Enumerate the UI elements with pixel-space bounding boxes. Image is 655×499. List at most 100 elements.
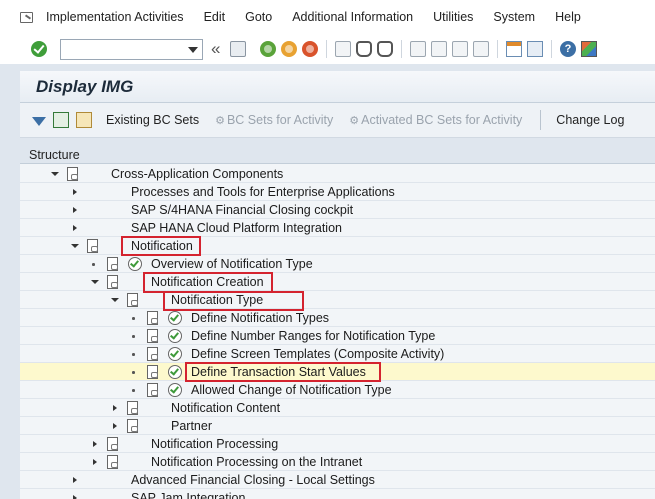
enter-check-icon[interactable]: [31, 41, 47, 57]
node-label[interactable]: SAP S/4HANA Financial Closing cockpit: [131, 201, 353, 219]
tree-node[interactable]: Notification: [20, 237, 655, 255]
document-icon[interactable]: [147, 329, 158, 343]
document-icon[interactable]: [147, 347, 158, 361]
expand-icon[interactable]: [73, 189, 77, 195]
execute-activity-icon[interactable]: [168, 365, 182, 379]
execute-activity-icon[interactable]: [168, 347, 182, 361]
collapse-icon[interactable]: [111, 298, 119, 302]
create-session-icon[interactable]: [506, 41, 522, 57]
document-icon[interactable]: [127, 419, 138, 433]
tree-node[interactable]: SAP HANA Cloud Platform Integration: [20, 219, 655, 237]
node-label[interactable]: Define Number Ranges for Notification Ty…: [191, 327, 435, 345]
tree-node[interactable]: SAP S/4HANA Financial Closing cockpit: [20, 201, 655, 219]
document-icon[interactable]: [87, 239, 98, 253]
document-icon[interactable]: [107, 455, 118, 469]
collapse-chevron-icon[interactable]: «: [211, 40, 225, 57]
expand-icon[interactable]: [113, 423, 117, 429]
execute-activity-icon[interactable]: [168, 329, 182, 343]
filter-icon[interactable]: [32, 117, 46, 126]
print-icon[interactable]: [335, 41, 351, 57]
expand-icon[interactable]: [73, 225, 77, 231]
back-icon[interactable]: [260, 41, 276, 57]
menu-system[interactable]: System: [493, 10, 535, 24]
export-icon[interactable]: [53, 112, 69, 128]
collapse-icon[interactable]: [71, 244, 79, 248]
document-icon[interactable]: [107, 275, 118, 289]
node-label[interactable]: SAP Jam Integration: [131, 489, 245, 499]
chevron-down-icon[interactable]: [188, 46, 198, 53]
node-label[interactable]: Notification Content: [171, 399, 280, 417]
change-log-button[interactable]: Change Log: [556, 113, 624, 127]
document-icon[interactable]: [107, 437, 118, 451]
find-next-icon[interactable]: [377, 41, 393, 57]
bc-sets-for-activity-button[interactable]: ⚙ BC Sets for Activity: [215, 113, 333, 127]
execute-activity-icon[interactable]: [168, 383, 182, 397]
tree-node[interactable]: Notification Creation: [20, 273, 655, 291]
node-label[interactable]: Allowed Change of Notification Type: [191, 381, 392, 399]
expand-icon[interactable]: [73, 495, 77, 499]
existing-bc-sets-button[interactable]: Existing BC Sets: [106, 113, 199, 127]
node-label[interactable]: Define Notification Types: [191, 309, 329, 327]
collapse-icon[interactable]: [51, 172, 59, 176]
help-icon[interactable]: ?: [560, 41, 576, 57]
node-label[interactable]: Notification Processing: [151, 435, 278, 453]
document-icon[interactable]: [147, 365, 158, 379]
node-label[interactable]: Advanced Financial Closing - Local Setti…: [131, 471, 375, 489]
document-icon[interactable]: [107, 257, 118, 271]
node-label[interactable]: Overview of Notification Type: [151, 255, 313, 273]
expand-icon[interactable]: [113, 405, 117, 411]
expand-icon[interactable]: [93, 441, 97, 447]
expand-icon[interactable]: [73, 477, 77, 483]
tree-node[interactable]: Cross-Application Components: [20, 165, 655, 183]
document-icon[interactable]: [147, 311, 158, 325]
node-label[interactable]: Processes and Tools for Enterprise Appli…: [131, 183, 395, 201]
collapse-icon[interactable]: [91, 280, 99, 284]
shortcut-icon[interactable]: [527, 41, 543, 57]
node-label[interactable]: Define Screen Templates (Composite Activ…: [191, 345, 444, 363]
expand-icon[interactable]: [93, 459, 97, 465]
menu-goto[interactable]: Goto: [245, 10, 272, 24]
next-page-icon[interactable]: [452, 41, 468, 57]
tree-node[interactable]: Allowed Change of Notification Type: [20, 381, 655, 399]
menu-additional-information[interactable]: Additional Information: [292, 10, 413, 24]
tree-node[interactable]: SAP Jam Integration: [20, 489, 655, 499]
customize-layout-icon[interactable]: [581, 41, 597, 57]
menu-help[interactable]: Help: [555, 10, 581, 24]
execute-activity-icon[interactable]: [128, 257, 142, 271]
document-icon[interactable]: [127, 401, 138, 415]
document-icon[interactable]: [147, 383, 158, 397]
tree-node[interactable]: Processes and Tools for Enterprise Appli…: [20, 183, 655, 201]
document-icon[interactable]: [127, 293, 138, 307]
node-label[interactable]: Partner: [171, 417, 212, 435]
tree-node[interactable]: Define Screen Templates (Composite Activ…: [20, 345, 655, 363]
expand-icon[interactable]: [73, 207, 77, 213]
menu-utilities[interactable]: Utilities: [433, 10, 473, 24]
tree-node[interactable]: Define Number Ranges for Notification Ty…: [20, 327, 655, 345]
menu-window-icon[interactable]: [20, 11, 34, 23]
node-label[interactable]: Notification Processing on the Intranet: [151, 453, 362, 471]
tree-node[interactable]: Notification Content: [20, 399, 655, 417]
tree-node[interactable]: Notification Type: [20, 291, 655, 309]
tree-node[interactable]: Notification Processing on the Intranet: [20, 453, 655, 471]
save-icon[interactable]: [230, 41, 246, 57]
activated-bc-sets-button[interactable]: ⚙ Activated BC Sets for Activity: [349, 113, 522, 127]
menu-implementation-activities[interactable]: Implementation Activities: [46, 10, 184, 24]
previous-page-icon[interactable]: [431, 41, 447, 57]
node-label[interactable]: SAP HANA Cloud Platform Integration: [131, 219, 342, 237]
execute-activity-icon[interactable]: [168, 311, 182, 325]
tree-node[interactable]: Notification Processing: [20, 435, 655, 453]
tree-node[interactable]: Define Notification Types: [20, 309, 655, 327]
node-label[interactable]: Cross-Application Components: [111, 165, 283, 183]
last-page-icon[interactable]: [473, 41, 489, 57]
first-page-icon[interactable]: [410, 41, 426, 57]
folder-icon[interactable]: [76, 112, 92, 128]
document-icon[interactable]: [67, 167, 78, 181]
cancel-icon[interactable]: [302, 41, 318, 57]
tree-node[interactable]: Partner: [20, 417, 655, 435]
tree-node[interactable]: Advanced Financial Closing - Local Setti…: [20, 471, 655, 489]
tree-node[interactable]: Overview of Notification Type: [20, 255, 655, 273]
exit-icon[interactable]: [281, 41, 297, 57]
command-field[interactable]: [60, 38, 203, 60]
find-icon[interactable]: [356, 41, 372, 57]
menu-edit[interactable]: Edit: [204, 10, 226, 24]
